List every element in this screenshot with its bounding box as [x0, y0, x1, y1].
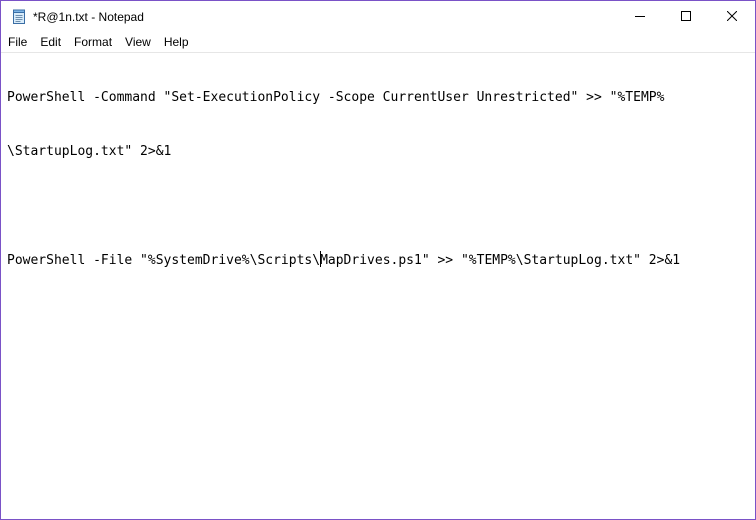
- text-line: \StartupLog.txt" 2>&1: [7, 144, 172, 159]
- text-editor[interactable]: PowerShell -Command "Set-ExecutionPolicy…: [1, 52, 755, 519]
- menu-edit[interactable]: Edit: [33, 33, 67, 52]
- text-line-with-caret: PowerShell -File "%SystemDrive%\Scripts\…: [7, 251, 749, 269]
- text-line: PowerShell -Command "Set-ExecutionPolicy…: [7, 90, 665, 105]
- minimize-button[interactable]: [617, 1, 663, 33]
- close-button[interactable]: [709, 1, 755, 33]
- close-icon: [726, 8, 738, 26]
- menu-view[interactable]: View: [118, 33, 157, 52]
- text-after-caret: MapDrives.ps1" >> "%TEMP%\StartupLog.txt…: [320, 253, 681, 268]
- menu-file[interactable]: File: [1, 33, 33, 52]
- notepad-window: *R@1n.txt - Notepad File Edit Format Vie…: [0, 0, 756, 520]
- maximize-icon: [681, 8, 691, 26]
- text-content[interactable]: PowerShell -Command "Set-ExecutionPolicy…: [7, 53, 749, 513]
- menu-format[interactable]: Format: [67, 33, 118, 52]
- notepad-icon[interactable]: [11, 9, 27, 25]
- menu-bar: File Edit Format View Help: [1, 33, 755, 52]
- maximize-button[interactable]: [663, 1, 709, 33]
- menu-help[interactable]: Help: [157, 33, 195, 52]
- minimize-icon: [635, 8, 645, 26]
- title-bar[interactable]: *R@1n.txt - Notepad: [1, 1, 755, 33]
- text-before-caret: PowerShell -File "%SystemDrive%\Scripts\: [7, 253, 321, 268]
- window-title: *R@1n.txt - Notepad: [33, 10, 144, 24]
- text-line: [7, 197, 749, 215]
